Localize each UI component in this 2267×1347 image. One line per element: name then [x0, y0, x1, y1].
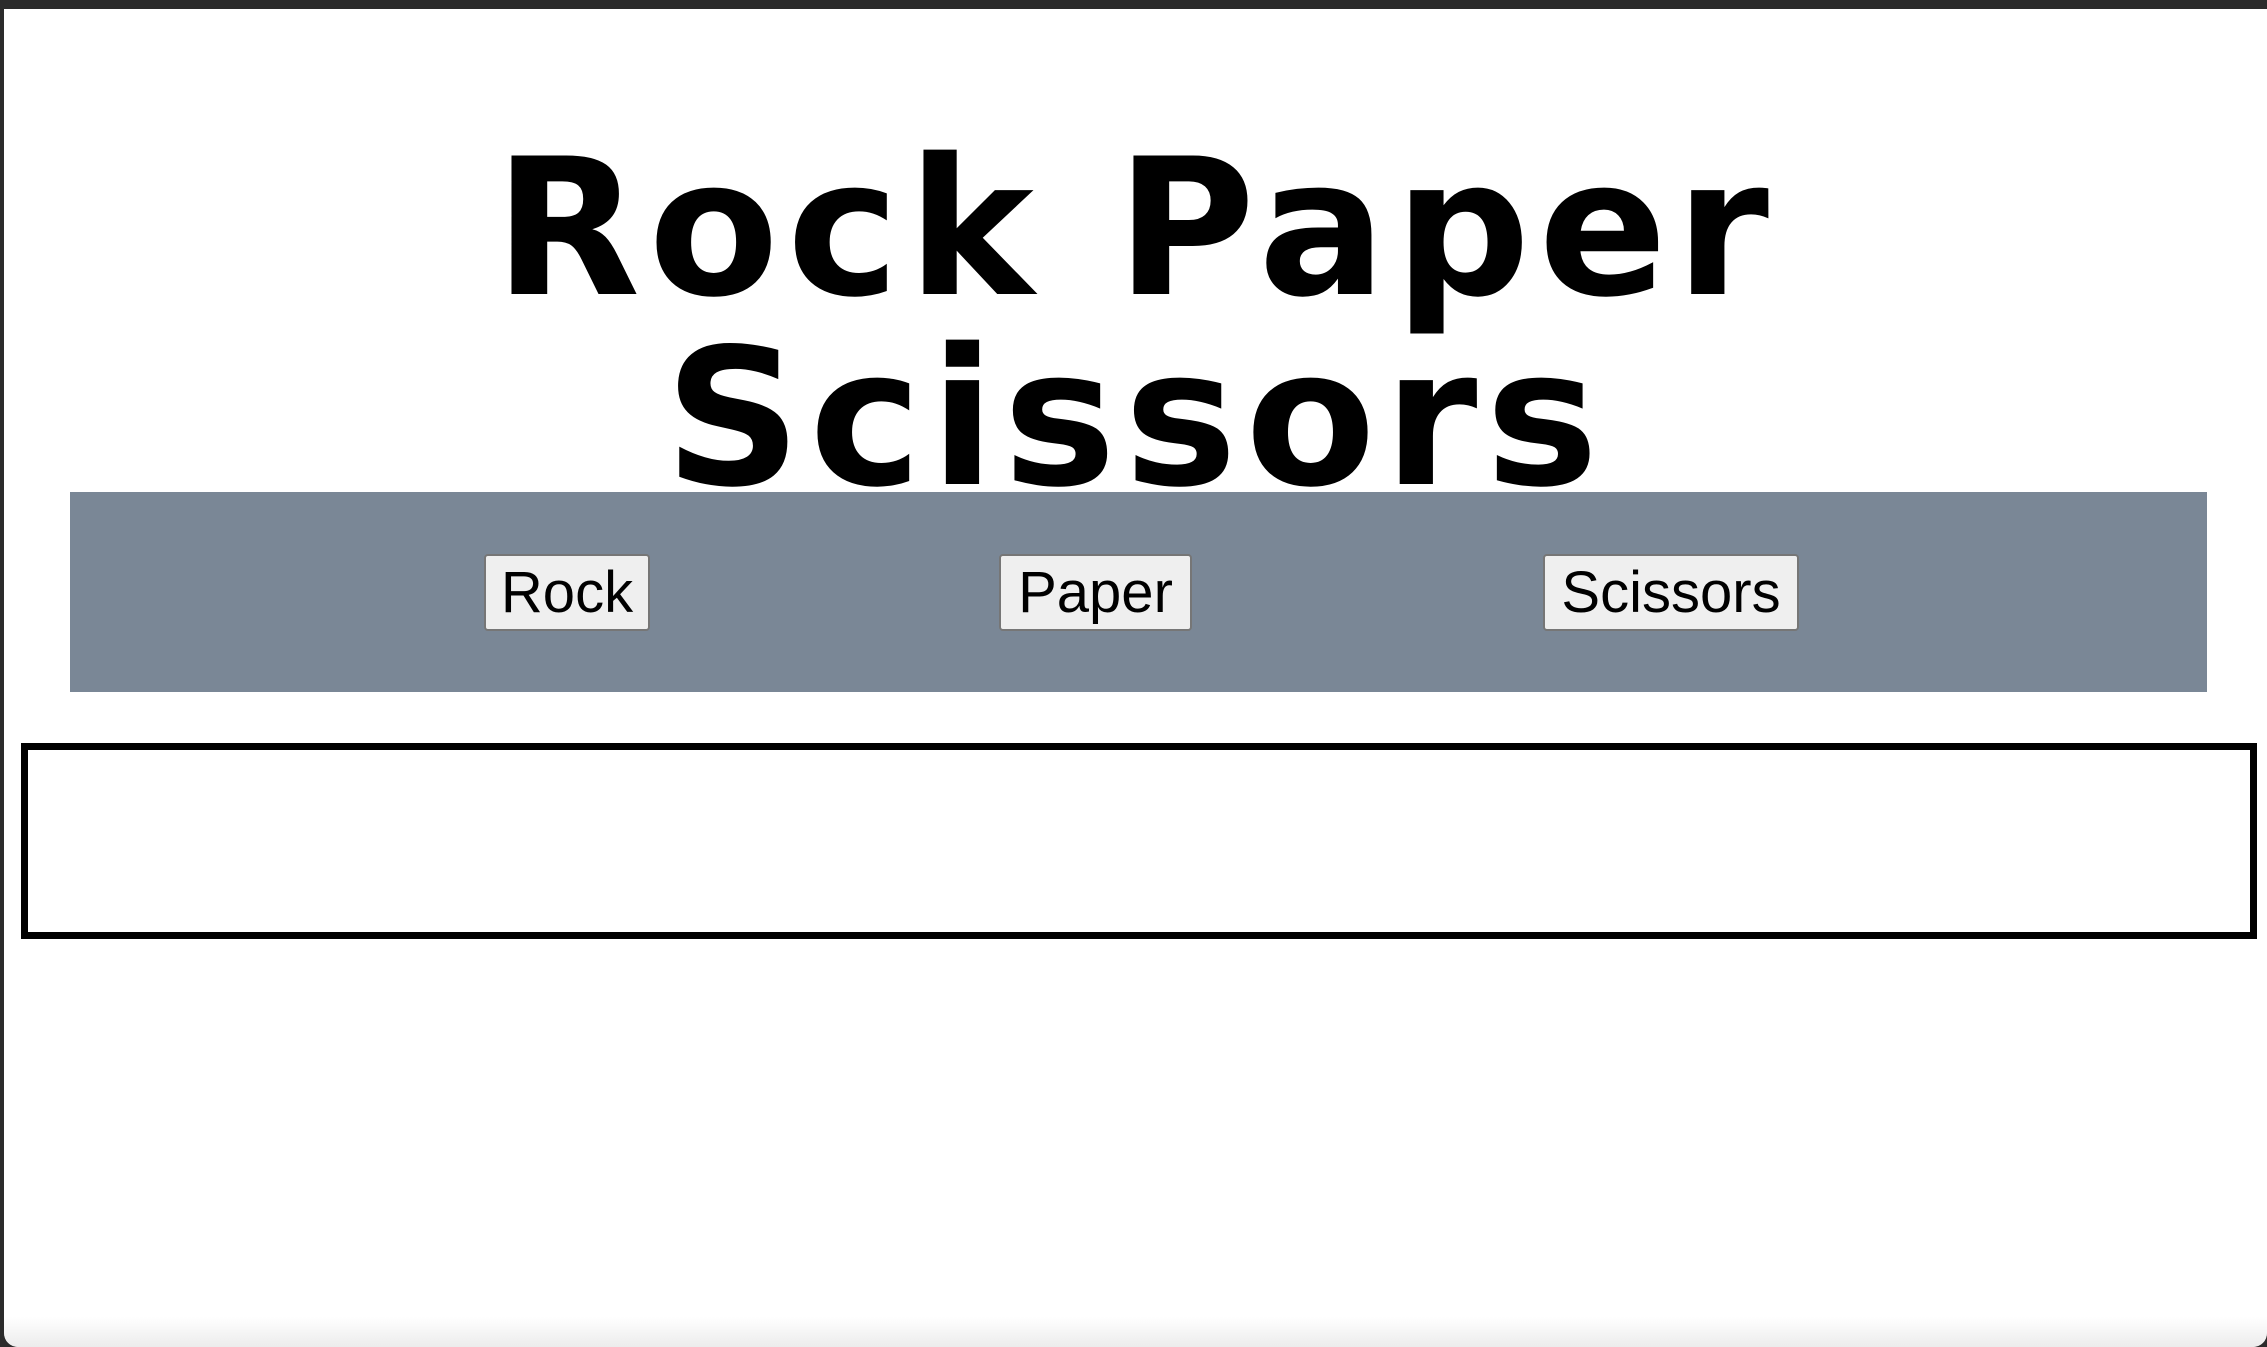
window-bottom-edge [4, 1317, 2267, 1347]
rock-button[interactable]: Rock [484, 554, 650, 631]
paper-button[interactable]: Paper [999, 554, 1192, 631]
result-display [21, 743, 2257, 939]
page-title: Rock Paper Scissors [494, 118, 1777, 529]
scissors-button[interactable]: Scissors [1543, 554, 1799, 631]
choice-panel: Rock Paper Scissors [70, 492, 2207, 692]
browser-viewport: Rock Paper Scissors Rock Paper Scissors [4, 9, 2267, 1347]
